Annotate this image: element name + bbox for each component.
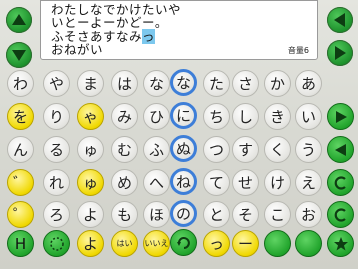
key-side-arrow[interactable] [327,103,354,130]
key-na-selected[interactable]: な [170,69,197,96]
key-mi[interactable]: み [111,103,138,130]
key-wo[interactable]: を [7,103,34,130]
arrow-right-icon [335,110,347,123]
key-wa[interactable]: わ [7,70,34,97]
key-n[interactable]: ん [7,136,34,163]
key-small-yu[interactable]: ゅ [77,169,104,196]
key-ho[interactable]: ほ [143,201,170,228]
key-ne[interactable]: ね [170,168,197,195]
key-ya[interactable]: や [43,70,70,97]
key-side-c2[interactable] [327,201,354,228]
key-long-vowel[interactable]: ー [232,230,259,257]
triangle-up-icon [12,14,26,25]
key-he[interactable]: へ [143,169,170,196]
key-no-answer[interactable]: いいえ [143,230,170,257]
key-yu[interactable]: ゅ [77,136,104,163]
key-sa[interactable]: さ [232,70,259,97]
star-icon [333,236,348,250]
key-nu[interactable]: ぬ [170,135,197,162]
key-hi[interactable]: ひ [143,103,170,130]
key-ha[interactable]: は [111,70,138,97]
key-handakuten[interactable]: ゜ [7,201,34,228]
key-i[interactable]: い [295,103,322,130]
key-e[interactable]: え [295,169,322,196]
key-bottom-9[interactable] [264,230,291,257]
key-te[interactable]: て [203,169,230,196]
key-side-left[interactable] [327,136,354,163]
key-bottom-10[interactable] [295,230,322,257]
key-dakuten[interactable]: ゛ [7,169,34,196]
key-fu[interactable]: ふ [143,136,170,163]
key-ma[interactable]: ま [77,70,104,97]
key-na[interactable]: な [143,70,170,97]
app-screen: わたしなでかけたいや いとーよーかどー。 ふそさあすなみっ おねがい 音量6 わ… [0,0,358,269]
key-chi[interactable]: ち [203,103,230,130]
arrow-left-icon [334,143,346,156]
key-small-ya[interactable]: ゃ [77,103,104,130]
text-line-4: おねがい [51,42,104,57]
key-ku[interactable]: く [264,136,291,163]
key-u[interactable]: う [295,136,322,163]
key-tsu[interactable]: つ [203,136,230,163]
key-yes[interactable]: はい [111,230,138,257]
key-ka[interactable]: か [264,70,291,97]
key-shi[interactable]: し [232,103,259,130]
key-ri[interactable]: り [43,103,70,130]
move-right-button[interactable] [327,40,353,66]
key-ro[interactable]: ろ [43,201,70,228]
text-line-2: いとーよーかどー。 [51,15,168,30]
key-mo[interactable]: も [111,201,138,228]
move-left-button[interactable] [327,7,353,33]
key-star[interactable] [327,230,354,257]
key-ko[interactable]: こ [264,201,291,228]
key-to[interactable]: と [203,201,230,228]
text-cursor: っ [142,29,156,44]
key-so[interactable]: そ [232,201,259,228]
c-icon [334,175,346,190]
key-a[interactable]: あ [295,70,322,97]
triangle-right-icon [335,46,346,60]
key-yo[interactable]: よ [77,201,104,228]
key-ki[interactable]: き [264,103,291,130]
key-yo-bottom[interactable]: よ [77,230,104,257]
key-o[interactable]: お [295,201,322,228]
key-ta[interactable]: た [203,70,230,97]
key-side-c1[interactable] [327,169,354,196]
key-repeat[interactable] [170,229,197,256]
key-ke[interactable]: け [264,169,291,196]
scroll-down-button[interactable] [6,42,32,68]
repeat-arrow-icon [176,236,190,249]
scroll-up-button[interactable] [6,7,32,33]
key-re[interactable]: れ [43,169,70,196]
dotted-circle-icon [49,236,64,251]
key-mu[interactable]: む [111,136,138,163]
triangle-down-icon [12,50,26,61]
key-small-tsu[interactable]: っ [203,230,230,257]
key-me[interactable]: め [111,169,138,196]
key-se[interactable]: せ [232,169,259,196]
key-ru[interactable]: る [43,136,70,163]
key-su[interactable]: す [232,136,259,163]
c-icon [334,207,346,222]
triangle-left-icon [334,13,345,27]
key-h[interactable]: H [7,230,34,257]
key-bottom-2[interactable] [43,230,70,257]
volume-label: 音量6 [287,46,309,55]
text-display: わたしなでかけたいや いとーよーかどー。 ふそさあすなみっ おねがい 音量6 [40,0,318,60]
key-ni[interactable]: に [170,102,197,129]
key-no[interactable]: の [170,200,197,227]
